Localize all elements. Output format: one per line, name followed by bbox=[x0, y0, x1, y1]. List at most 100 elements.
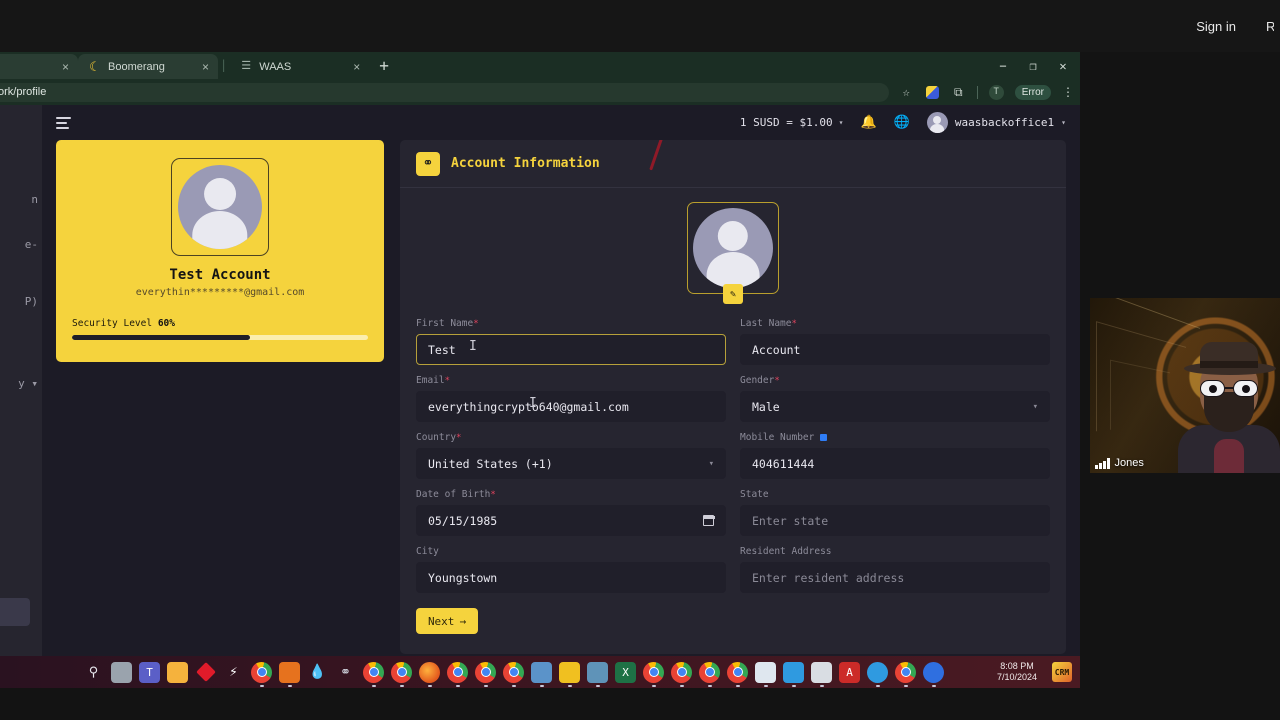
taskbar-clock[interactable]: 8:08 PM 7/10/2024 bbox=[997, 661, 1037, 684]
next-button-label: Next bbox=[427, 614, 455, 628]
windows-start-icon[interactable] bbox=[55, 662, 76, 683]
window-close-button[interactable]: ✕ bbox=[1048, 52, 1078, 79]
lightning-app-icon[interactable]: ⚡ bbox=[223, 662, 244, 683]
required-marker: * bbox=[791, 319, 797, 329]
search-icon[interactable]: ⚲ bbox=[83, 662, 104, 683]
extension-puzzle-icon[interactable] bbox=[925, 85, 940, 99]
video-participant-tile[interactable]: Jones bbox=[1090, 298, 1280, 473]
chrome-icon[interactable] bbox=[447, 661, 468, 687]
field-placeholder: Enter resident address bbox=[752, 570, 905, 585]
first-name-input[interactable]: Test I bbox=[416, 334, 726, 365]
topbar-right-group: 1 SUSD = $1.00 ▾ 🔔 🌐 waasbackoffice1 ▾ bbox=[740, 112, 1066, 133]
profile-photo-uploader[interactable]: ✎ bbox=[687, 202, 779, 304]
gender-select[interactable]: Male ▾ bbox=[740, 391, 1050, 422]
text-cursor-icon: I bbox=[469, 339, 477, 354]
participant-name: Jones bbox=[1114, 457, 1144, 469]
resident-address-input[interactable]: Enter resident address bbox=[740, 562, 1050, 593]
new-tab-button[interactable]: + bbox=[379, 56, 389, 75]
calendar-app-icon[interactable] bbox=[755, 661, 776, 687]
firefox-icon[interactable] bbox=[419, 661, 440, 687]
hamburger-icon[interactable] bbox=[56, 116, 71, 129]
chevron-down-icon: ▾ bbox=[838, 118, 844, 127]
chrome-icon[interactable] bbox=[503, 661, 524, 687]
browser-profile-avatar[interactable]: T bbox=[988, 84, 1004, 100]
mobile-number-input[interactable]: 404611444 bbox=[740, 448, 1050, 479]
email-input[interactable]: everythingcrypto640@gmail.com I bbox=[416, 391, 726, 422]
chrome-icon[interactable] bbox=[251, 661, 272, 687]
sidebar-highlighted-item[interactable] bbox=[0, 598, 30, 626]
tab-close-icon[interactable]: × bbox=[202, 61, 209, 73]
field-value: Youngstown bbox=[428, 570, 498, 585]
paint-app-icon[interactable] bbox=[783, 661, 804, 687]
file-explorer-icon[interactable] bbox=[167, 661, 188, 683]
bookmark-star-icon[interactable]: ☆ bbox=[899, 85, 914, 99]
field-label: First Name* bbox=[416, 318, 479, 329]
field-value: 404611444 bbox=[752, 456, 815, 471]
sidebar-fragment-1[interactable]: e- bbox=[25, 238, 38, 251]
browser-tab-0[interactable]: × bbox=[0, 54, 78, 79]
profile-avatar-frame bbox=[171, 158, 269, 256]
split-view-icon[interactable]: ⧉ bbox=[951, 85, 966, 100]
address-bar[interactable]: aas.network/profile bbox=[0, 82, 889, 102]
shield-app-icon[interactable]: ⚭ bbox=[335, 662, 356, 683]
field-state: State Enter state bbox=[740, 489, 1050, 536]
tray-crm-icon[interactable]: CRM bbox=[1052, 662, 1072, 682]
field-last-name: Last Name* Account bbox=[740, 318, 1050, 365]
sidebar-fragment-0[interactable]: n bbox=[31, 193, 38, 206]
globe-icon[interactable]: 🌐 bbox=[894, 115, 910, 130]
sidebar-fragment-2[interactable]: P) bbox=[25, 295, 38, 308]
chrome-icon[interactable] bbox=[363, 661, 384, 687]
tab-close-icon[interactable]: × bbox=[353, 61, 360, 73]
chrome-icon[interactable] bbox=[643, 661, 664, 687]
cut-off-button[interactable]: R bbox=[1258, 16, 1274, 37]
tab-close-icon[interactable]: × bbox=[62, 61, 69, 73]
blue-circle-app-icon[interactable] bbox=[923, 661, 944, 687]
city-input[interactable]: Youngstown bbox=[416, 562, 726, 593]
signal-bars-icon bbox=[1095, 457, 1110, 469]
decorative-wireframe bbox=[1110, 359, 1170, 443]
browser-tab-waas[interactable]: ☰ WAAS × bbox=[229, 54, 369, 79]
field-mobile-number: Mobile Number 404611444 bbox=[740, 432, 1050, 479]
red-diamond-app-icon[interactable] bbox=[195, 662, 216, 683]
browser-tabstrip: × ☾ Boomerang × | ☰ WAAS × + − ❐ ✕ bbox=[0, 52, 1080, 79]
date-of-birth-input[interactable]: 05/15/1985 bbox=[416, 505, 726, 536]
field-label: Date of Birth* bbox=[416, 489, 496, 500]
orange-app-icon[interactable] bbox=[279, 661, 300, 687]
boomerang-favicon-icon: ☾ bbox=[89, 59, 101, 74]
panel-header: ⚭ Account Information bbox=[400, 140, 1066, 188]
country-select[interactable]: United States (+1) ▾ bbox=[416, 448, 726, 479]
chrome-icon[interactable] bbox=[475, 661, 496, 687]
window-maximize-button[interactable]: ❐ bbox=[1018, 52, 1048, 79]
bell-icon[interactable]: 🔔 bbox=[860, 115, 876, 130]
browser-menu-icon[interactable]: ⋮ bbox=[1062, 85, 1074, 99]
remote-desktop-icon[interactable] bbox=[587, 661, 608, 687]
chrome-icon[interactable] bbox=[895, 661, 916, 687]
chrome-icon[interactable] bbox=[727, 661, 748, 687]
printer-app-icon[interactable] bbox=[811, 661, 832, 687]
sidebar-fragment-3[interactable]: y ▾ bbox=[18, 377, 38, 390]
sign-in-button[interactable]: Sign in bbox=[1188, 16, 1244, 37]
exchange-rate-selector[interactable]: 1 SUSD = $1.00 ▾ bbox=[740, 116, 844, 129]
next-button[interactable]: Next → bbox=[416, 608, 478, 634]
chrome-icon[interactable] bbox=[391, 661, 412, 687]
pencil-icon[interactable]: ✎ bbox=[723, 284, 743, 304]
calendar-icon[interactable] bbox=[702, 515, 715, 526]
teams-icon[interactable]: T bbox=[139, 661, 160, 683]
screen-root: Sign in R × ☾ Boomerang × | ☰ WAAS × + −… bbox=[0, 0, 1280, 720]
user-menu[interactable]: waasbackoffice1 ▾ bbox=[926, 112, 1066, 133]
error-badge[interactable]: Error bbox=[1014, 84, 1051, 100]
notes-app-icon[interactable] bbox=[559, 661, 580, 687]
chrome-icon[interactable] bbox=[671, 661, 692, 687]
last-name-input[interactable]: Account bbox=[740, 334, 1050, 365]
telegram-icon[interactable] bbox=[867, 661, 888, 687]
state-input[interactable]: Enter state bbox=[740, 505, 1050, 536]
calculator-icon[interactable] bbox=[531, 661, 552, 687]
task-view-icon[interactable] bbox=[111, 661, 132, 683]
window-minimize-button[interactable]: − bbox=[988, 52, 1018, 79]
acrobat-reader-icon[interactable]: A bbox=[839, 661, 860, 683]
omnibar-icon-group: ☆ ⧉ T Error ⋮ bbox=[899, 84, 1076, 100]
excel-icon[interactable]: X bbox=[615, 661, 636, 683]
browser-tab-boomerang[interactable]: ☾ Boomerang × bbox=[78, 54, 218, 79]
chrome-icon[interactable] bbox=[699, 661, 720, 687]
blue-droplet-icon[interactable]: 💧 bbox=[307, 662, 328, 683]
